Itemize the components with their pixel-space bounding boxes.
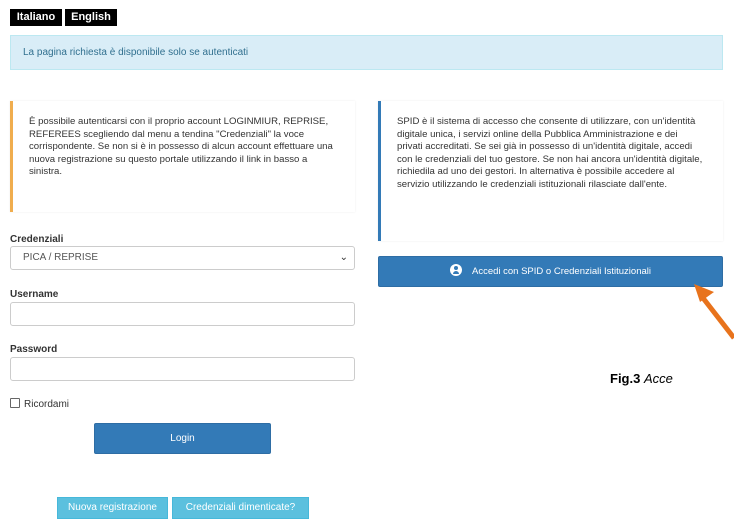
login-info-text: È possibile autenticarsi con il proprio … (29, 116, 333, 178)
login-button[interactable]: Login (94, 423, 271, 454)
credentials-selected-value: PICA / REPRISE (23, 252, 99, 263)
spid-login-label: Accedi con SPID o Credenziali Istituzion… (471, 266, 651, 277)
forgot-credentials-button[interactable]: Credenziali dimenticate? (172, 497, 309, 519)
spid-info-text: SPID è il sistema di accesso che consent… (397, 116, 703, 190)
credentials-select[interactable]: PICA / REPRISE ⌄ (10, 246, 355, 270)
password-input[interactable] (10, 357, 355, 381)
remember-me-label: Ricordami (24, 399, 70, 410)
spid-login-button[interactable]: Accedi con SPID o Credenziali Istituzion… (378, 256, 723, 287)
figure-caption-text: Acce (643, 371, 673, 386)
register-button[interactable]: Nuova registrazione (57, 497, 168, 519)
language-english-link[interactable]: English (65, 9, 117, 26)
arrow-icon (694, 284, 734, 340)
figure-number: Fig.3 (610, 371, 641, 386)
login-info-panel: È possibile autenticarsi con il proprio … (10, 101, 355, 212)
spid-info-panel: SPID è il sistema di accesso che consent… (378, 101, 723, 241)
username-input[interactable] (10, 302, 355, 326)
user-icon (449, 264, 462, 276)
remember-me-checkbox[interactable]: Ricordami (10, 398, 69, 410)
credentials-label: Credenziali (10, 234, 64, 245)
password-label: Password (10, 344, 58, 355)
language-italian-link[interactable]: Italiano (10, 9, 62, 26)
chevron-down-icon: ⌄ (339, 252, 348, 263)
checkbox-icon[interactable] (10, 398, 20, 408)
username-label: Username (10, 289, 59, 300)
figure-caption: Fig.3 Acce (610, 371, 673, 386)
auth-required-alert: La pagina richiesta è disponibile solo s… (10, 35, 723, 70)
